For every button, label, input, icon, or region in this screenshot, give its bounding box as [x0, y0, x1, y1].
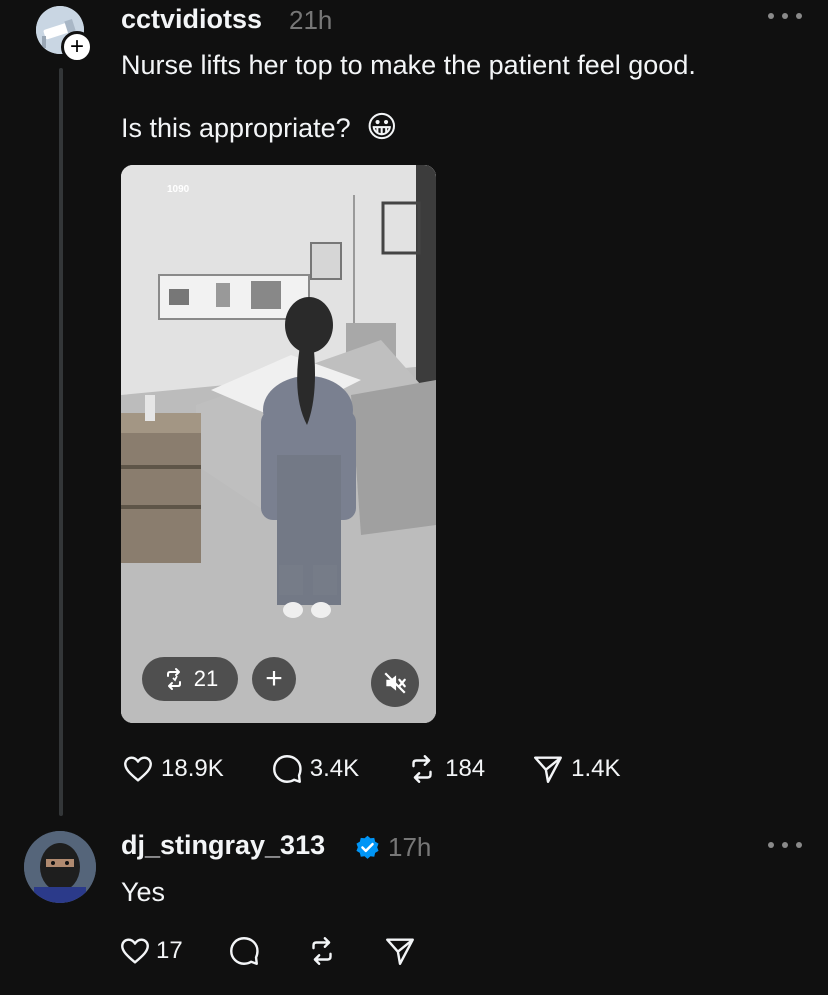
reply-time: 17h [388, 832, 432, 862]
plus-icon: + [265, 662, 283, 695]
post-username[interactable]: cctvidiotss [121, 4, 262, 35]
post-text-line-1: Nurse lifts her top to make the patient … [121, 50, 696, 80]
reply-more-options-icon[interactable] [768, 842, 802, 852]
video-repost-button[interactable]: 21 [142, 657, 238, 701]
grinning-emoji: 😀 [366, 111, 398, 144]
verified-badge-icon [356, 835, 379, 859]
repost-button[interactable]: 184 [405, 752, 485, 786]
heart-icon [121, 938, 149, 964]
video-overlay-label: 1090 [167, 184, 190, 195]
repost-icon [311, 937, 332, 965]
mute-icon [384, 672, 406, 694]
repost-count: 184 [445, 755, 486, 782]
follow-plus-button[interactable]: + [61, 31, 93, 63]
mute-button[interactable] [371, 659, 419, 707]
video-frame-image: 1090 [121, 165, 436, 723]
repost-icon [166, 668, 181, 690]
repost-icon [412, 755, 432, 783]
comment-icon [272, 755, 302, 783]
reply-comment-button[interactable] [227, 934, 261, 968]
share-button[interactable]: 1.4K [531, 752, 621, 786]
reply-actions: 17 [118, 934, 417, 968]
more-options-icon[interactable] [768, 13, 802, 23]
avatar-image [24, 831, 96, 903]
comment-icon [229, 937, 259, 965]
reply-share-button[interactable] [383, 934, 417, 968]
share-count: 1.4K [571, 755, 621, 782]
video-repost-count: 21 [193, 666, 219, 691]
thread-line [59, 68, 63, 816]
reply-username[interactable]: dj_stingray_313 [121, 830, 325, 861]
send-icon [534, 756, 563, 783]
reply-like-count: 17 [156, 937, 183, 964]
post-time: 21h [289, 5, 333, 35]
reply-like-button[interactable]: 17 [118, 934, 183, 968]
like-count: 18.9K [161, 755, 224, 782]
reply-text: Yes [121, 877, 166, 907]
comment-button[interactable]: 3.4K [270, 752, 359, 786]
reply-repost-button[interactable] [305, 934, 339, 968]
post-actions: 18.9K 3.4K 184 1.4K [121, 752, 621, 786]
video-add-button[interactable]: + [252, 657, 296, 701]
post-question: Is this appropriate? [121, 113, 351, 143]
like-button[interactable]: 18.9K [121, 752, 224, 786]
video-player[interactable]: 1090 21 + [121, 165, 436, 723]
comment-count: 3.4K [309, 755, 360, 782]
send-icon [385, 938, 414, 965]
post-text-line-2: Is this appropriate? 😀 [121, 110, 397, 145]
heart-icon [124, 756, 152, 782]
reply-avatar[interactable] [24, 831, 96, 903]
